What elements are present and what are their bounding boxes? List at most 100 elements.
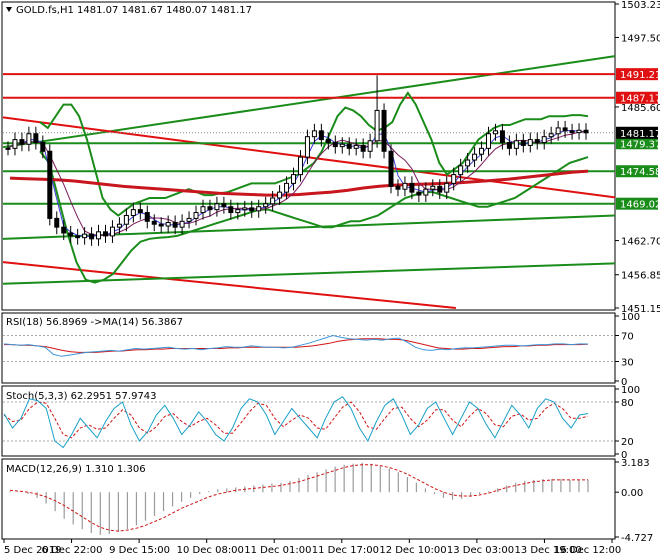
x-tick-label: 11 Dec 01:00 (244, 545, 311, 556)
ohlc-body (172, 221, 178, 228)
ohlc-body (54, 217, 60, 228)
x-tick-label: 11 Dec 17:00 (312, 545, 379, 556)
ohlc-body (277, 191, 283, 199)
x-tick-label: 12 Dec 10:00 (379, 545, 446, 556)
rsi-header: RSI(18) 56.8969 ->MA(14) 56.3867 (6, 317, 183, 328)
ohlc-body (270, 197, 276, 205)
ohlc-body (214, 203, 220, 211)
ohlc-body (381, 109, 387, 152)
ohlc-body (318, 130, 324, 141)
ohlc-body (325, 139, 331, 144)
y-tick-label: 0.00 (621, 488, 643, 499)
chart-canvas: 1503.231497.501485.601462.701456.851451.… (0, 0, 660, 560)
ohlc-body (235, 209, 241, 214)
ohlc-body (423, 188, 429, 196)
y-tick-label: 70 (621, 332, 634, 343)
ohlc-body (430, 185, 436, 190)
ohlc-body (562, 127, 568, 132)
ohlc-body (583, 129, 589, 134)
last-price-label: 1481.17 (620, 129, 660, 140)
ohlc-body (221, 203, 227, 208)
ohlc-body (499, 130, 505, 144)
macd-header: MACD(12,26,9) 1.310 1.306 (6, 464, 146, 475)
ohlc-body (61, 226, 67, 234)
ohlc-body (409, 182, 415, 193)
ohlc-body (388, 150, 394, 187)
ohlc-body (200, 206, 206, 214)
y-tick-label: 1462.70 (621, 237, 660, 248)
level-badge-label: 1469.02 (620, 200, 660, 211)
ohlc-body (12, 139, 18, 149)
ohlc-body (89, 233, 95, 240)
ohlc-body (165, 221, 171, 227)
level-badge-label: 1487.17 (620, 94, 660, 105)
level-badge-label: 1474.58 (620, 167, 660, 178)
ohlc-body (520, 140, 526, 146)
y-tick-label: 1503.23 (621, 0, 660, 11)
x-tick-label: 6 Dec 22:00 (42, 545, 103, 556)
ohlc-body (492, 130, 498, 135)
y-tick-label: 3.183 (621, 458, 650, 469)
y-tick-label: 100 (621, 385, 640, 396)
ohlc-body (353, 144, 359, 149)
ohlc-body (193, 212, 199, 219)
ohlc-body (82, 233, 88, 239)
ohlc-body (137, 209, 143, 214)
x-tick-label: 9 Dec 15:00 (109, 545, 170, 556)
ohlc-body (437, 185, 443, 193)
ohlc-body (158, 223, 164, 227)
y-tick-label: 1497.50 (621, 33, 660, 44)
ohlc-body (256, 206, 262, 212)
ohlc-bar (388, 144, 394, 194)
ohlc-body (130, 209, 136, 216)
ohlc-body (249, 207, 255, 212)
ohlc-body (367, 140, 373, 152)
ohlc-body (96, 231, 102, 240)
ohlc-body (555, 127, 561, 135)
ohlc-body (576, 129, 582, 134)
main-header: GOLD.fs,H1 1481.07 1481.67 1480.07 1481.… (16, 5, 252, 16)
ohlc-body (242, 207, 248, 211)
ohlc-body (548, 133, 554, 138)
ohlc-bar (381, 103, 387, 159)
ohlc-body (402, 182, 408, 190)
ohlc-body (228, 206, 234, 214)
ohlc-body (297, 156, 303, 176)
y-tick-label: 80 (621, 398, 634, 409)
ohlc-body (486, 133, 492, 149)
ohlc-body (416, 191, 422, 196)
y-tick-label: -4.727 (621, 533, 653, 544)
ohlc-body (186, 217, 192, 222)
ohlc-body (179, 220, 185, 228)
ohlc-body (68, 232, 74, 237)
ohlc-body (472, 153, 478, 161)
ohlc-body (26, 133, 32, 145)
level-badge-label: 1491.21 (620, 70, 660, 81)
ohlc-body (506, 142, 512, 149)
ohlc-body (444, 182, 450, 193)
ohlc-body (40, 142, 46, 152)
ohlc-body (19, 139, 25, 145)
ohlc-body (451, 174, 457, 184)
ohlc-bar (47, 144, 53, 226)
ohlc-body (75, 235, 81, 239)
ohlc-body (534, 139, 540, 144)
ohlc-body (311, 130, 317, 138)
y-tick-label: 1456.85 (621, 271, 660, 282)
ohlc-body (395, 185, 401, 190)
level-badge-label: 1479.37 (620, 139, 660, 150)
y-tick-label: 20 (621, 437, 634, 448)
ohlc-body (116, 223, 122, 228)
ohlc-body (458, 165, 464, 176)
x-tick-label: 16 Dec 12:00 (554, 545, 621, 556)
ohlc-body (151, 220, 157, 225)
ohlc-body (360, 144, 366, 152)
ohlc-body (207, 206, 213, 211)
ohlc-body (346, 143, 352, 149)
ohlc-body (102, 231, 108, 237)
ohlc-body (465, 159, 471, 167)
ohlc-body (47, 150, 53, 219)
ohlc-body (263, 203, 269, 208)
y-tick-label: 30 (621, 358, 634, 369)
ohlc-body (339, 143, 345, 148)
